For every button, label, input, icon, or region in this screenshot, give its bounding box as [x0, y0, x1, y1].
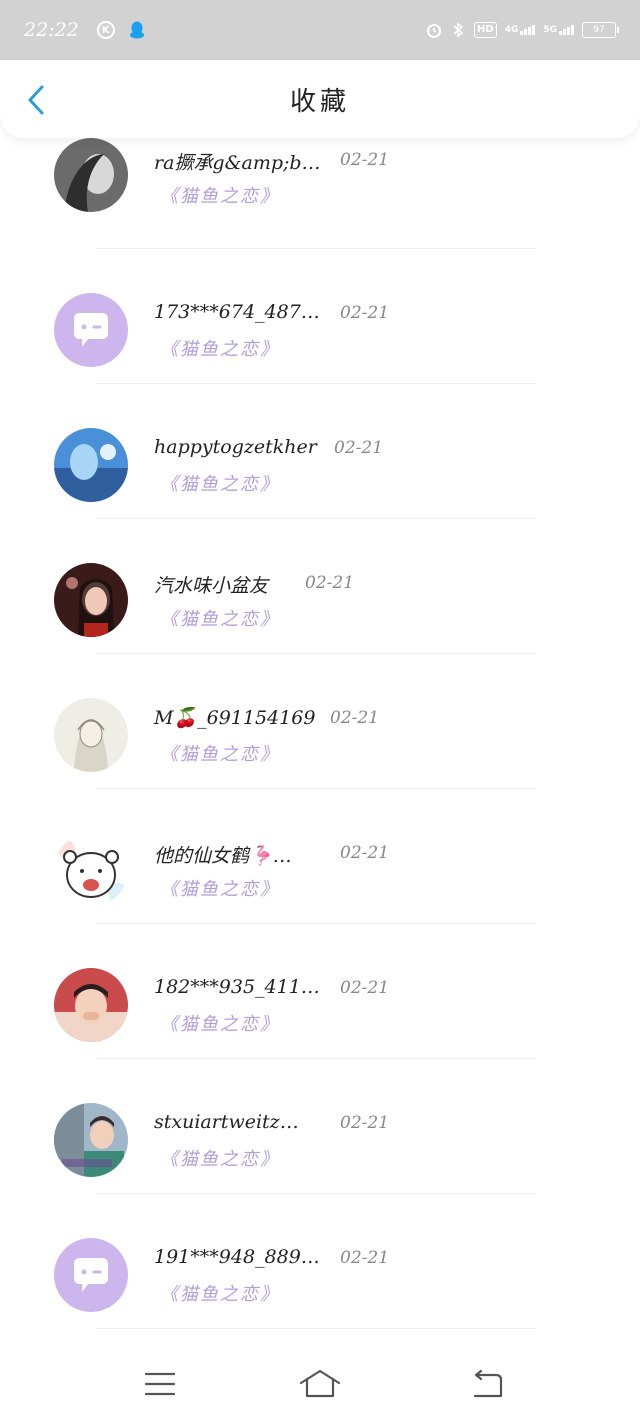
chevron-left-icon [28, 85, 44, 115]
user-name: M🍒_691154169 [154, 707, 316, 729]
status-icons: HD 4G 5G 97 [426, 22, 619, 38]
user-name: 他的仙女鹤🦩… [154, 845, 292, 867]
divider [96, 383, 536, 384]
avatar[interactable] [54, 698, 128, 772]
date: 02-21 [330, 708, 380, 728]
divider [96, 1058, 536, 1059]
list-item[interactable]: 他的仙女鹤🦩… 02-21 《猫鱼之恋》 [0, 795, 640, 930]
net-label-2: 5G [543, 25, 557, 35]
header: 收藏 [0, 60, 640, 138]
divider [96, 788, 536, 789]
date: 02-21 [334, 438, 384, 458]
date: 02-21 [340, 1113, 390, 1133]
back-button[interactable] [20, 82, 52, 118]
status-bar: 22:22 K HD 4G 5G 97 [0, 0, 640, 60]
user-name: 汽水味小盆友 [154, 575, 269, 597]
book-title[interactable]: 《猫鱼之恋》 [160, 875, 280, 901]
user-name: happytogzetkher [154, 436, 317, 458]
book-title[interactable]: 《猫鱼之恋》 [160, 605, 280, 631]
user-name: ra撅承g&amp;b… [154, 152, 321, 174]
back-nav-button[interactable] [466, 1366, 510, 1402]
menu-icon [144, 1372, 176, 1396]
book-title[interactable]: 《猫鱼之恋》 [160, 1145, 280, 1171]
user-name: 182***935_411… [154, 976, 320, 998]
home-icon [299, 1369, 341, 1398]
system-nav-bar [0, 1352, 640, 1422]
book-title[interactable]: 《猫鱼之恋》 [160, 182, 280, 208]
avatar[interactable] [54, 428, 128, 502]
avatar[interactable] [54, 1238, 128, 1312]
k-icon-label: K [101, 24, 110, 36]
date: 02-21 [340, 843, 390, 863]
battery-icon: 97 [582, 22, 619, 38]
net-label-1: 4G [504, 25, 519, 35]
book-title[interactable]: 《猫鱼之恋》 [160, 470, 280, 496]
date: 02-21 [340, 978, 390, 998]
date: 02-21 [340, 150, 390, 170]
divider [96, 518, 536, 519]
avatar[interactable] [54, 563, 128, 637]
avatar[interactable] [54, 293, 128, 367]
book-title[interactable]: 《猫鱼之恋》 [160, 740, 280, 766]
alarm-icon [427, 24, 442, 38]
list-item[interactable]: stxuiartweitz… 02-21 《猫鱼之恋》 [0, 1065, 640, 1200]
status-time: 22:22 [24, 19, 79, 41]
signal-icon-2: 5G [543, 25, 574, 35]
user-name: 173***674_487… [154, 301, 320, 323]
list-item[interactable]: 182***935_411… 02-21 《猫鱼之恋》 [0, 930, 640, 1065]
avatar[interactable] [54, 833, 128, 907]
avatar[interactable] [54, 1103, 128, 1177]
list-item[interactable]: ra撅承g&amp;b… 02-21 《猫鱼之恋》 [0, 138, 640, 255]
list-item[interactable]: happytogzetkher 02-21 《猫鱼之恋》 [0, 390, 640, 525]
divider [96, 923, 536, 924]
book-title[interactable]: 《猫鱼之恋》 [160, 1010, 280, 1036]
favorites-list[interactable]: ra撅承g&amp;b… 02-21 《猫鱼之恋》 173***674_487…… [0, 138, 640, 1352]
k-icon: K [96, 21, 115, 39]
book-title[interactable]: 《猫鱼之恋》 [160, 1280, 280, 1306]
divider [96, 1328, 536, 1329]
qq-icon [129, 21, 144, 39]
back-icon [473, 1370, 503, 1398]
battery-level: 97 [593, 25, 605, 35]
page-title: 收藏 [289, 86, 350, 117]
date: 02-21 [340, 303, 390, 323]
menu-button[interactable] [138, 1366, 182, 1402]
user-name: 191***948_889… [154, 1246, 320, 1268]
list-item[interactable]: 191***948_889… 02-21 《猫鱼之恋》 [0, 1200, 640, 1335]
avatar[interactable] [54, 138, 128, 212]
signal-icon-1: 4G [505, 25, 536, 35]
avatar[interactable] [54, 968, 128, 1042]
list-item[interactable]: 173***674_487… 02-21 《猫鱼之恋》 [0, 255, 640, 390]
user-name: stxuiartweitz… [154, 1111, 299, 1133]
list-item[interactable]: M🍒_691154169 02-21 《猫鱼之恋》 [0, 660, 640, 795]
divider [96, 248, 536, 249]
divider [96, 653, 536, 654]
date: 02-21 [340, 1248, 390, 1268]
bluetooth-icon [453, 22, 464, 38]
divider [96, 1193, 536, 1194]
home-button[interactable] [298, 1366, 342, 1402]
book-title[interactable]: 《猫鱼之恋》 [160, 335, 280, 361]
list-item[interactable]: 汽水味小盆友 02-21 《猫鱼之恋》 [0, 525, 640, 660]
hd-icon: HD [474, 22, 497, 38]
date: 02-21 [305, 573, 355, 593]
